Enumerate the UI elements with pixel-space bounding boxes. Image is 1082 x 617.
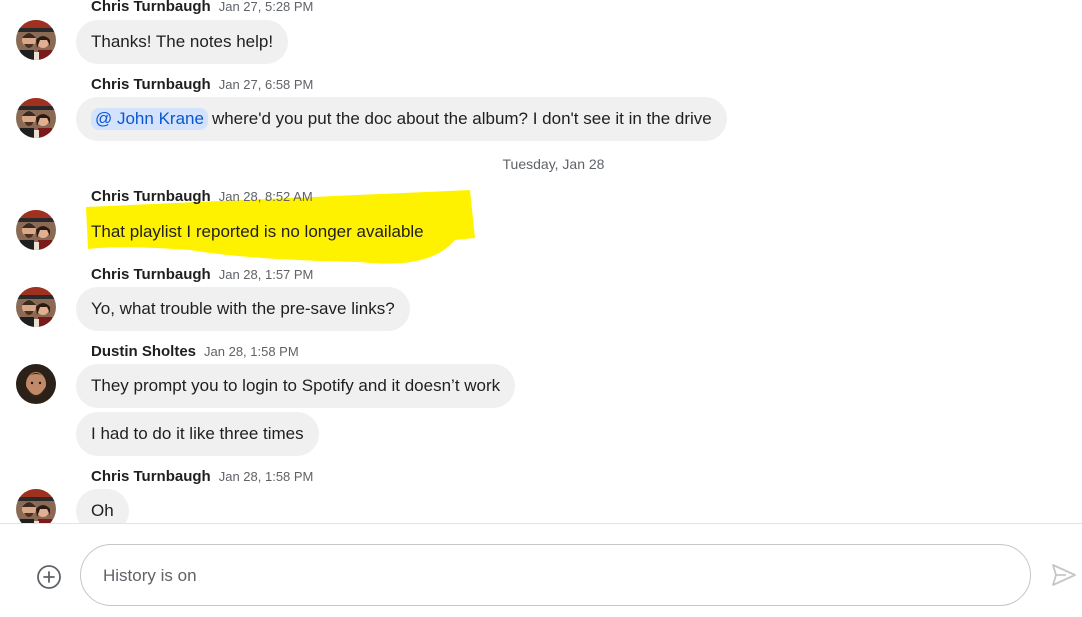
sender-name[interactable]: Dustin Sholtes [91, 343, 196, 360]
timestamp: Jan 28, 1:58 PM [204, 344, 299, 359]
message-header: Chris Turnbaugh Jan 27, 6:58 PM [91, 76, 313, 94]
avatar[interactable] [16, 364, 56, 404]
message-text: where'd you put the doc about the album?… [211, 109, 712, 128]
sender-name[interactable]: Chris Turnbaugh [91, 188, 211, 205]
message-header: Chris Turnbaugh Jan 27, 5:28 PM [91, 0, 313, 16]
message-header: Chris Turnbaugh Jan 28, 1:58 PM [91, 468, 313, 486]
sender-name[interactable]: Chris Turnbaugh [91, 468, 211, 485]
avatar[interactable] [16, 98, 56, 138]
timestamp: Jan 27, 5:28 PM [218, 0, 314, 14]
timestamp: Jan 28, 1:57 PM [218, 267, 314, 282]
message-input[interactable] [101, 545, 1005, 607]
timestamp: Jan 28, 8:52 AM [218, 189, 313, 204]
message-bubble[interactable]: I had to do it like three times [76, 412, 319, 456]
message-bubble[interactable]: Yo, what trouble with the pre-save links… [76, 287, 410, 331]
avatar[interactable] [16, 210, 56, 250]
sender-name[interactable]: Chris Turnbaugh [91, 266, 211, 283]
add-circle-icon[interactable] [36, 564, 62, 590]
message-bubble[interactable]: Oh [76, 489, 129, 523]
message-header: Chris Turnbaugh Jan 28, 1:57 PM [91, 266, 313, 284]
message-list[interactable]: Chris Turnbaugh Jan 27, 5:28 PM Thanks! T… [0, 0, 1082, 523]
message-input-wrapper [80, 544, 1031, 607]
message-composer [0, 523, 1082, 617]
sender-name[interactable]: Chris Turnbaugh [91, 76, 211, 93]
sender-name[interactable]: Chris Turnbaugh [91, 0, 211, 15]
timestamp: Jan 27, 6:58 PM [218, 77, 314, 92]
avatar[interactable] [16, 287, 56, 327]
message-header: Dustin Sholtes Jan 28, 1:58 PM [91, 343, 299, 361]
avatar[interactable] [16, 20, 56, 60]
avatar[interactable] [16, 489, 56, 523]
day-divider: Tuesday, Jan 28 [502, 156, 605, 172]
message-bubble[interactable]: They prompt you to login to Spotify and … [76, 364, 516, 408]
timestamp: Jan 28, 1:58 PM [218, 469, 314, 484]
message-header: Chris Turnbaugh Jan 28, 8:52 AM [91, 188, 313, 206]
send-icon[interactable] [1050, 562, 1078, 588]
user-mention-chip[interactable]: @ John Krane [91, 108, 208, 130]
message-bubble[interactable]: @ John Krane where'd you put the doc abou… [76, 97, 727, 141]
message-bubble[interactable]: That playlist I reported is no longer av… [76, 210, 439, 254]
message-bubble[interactable]: Thanks! The notes help! [76, 20, 289, 64]
